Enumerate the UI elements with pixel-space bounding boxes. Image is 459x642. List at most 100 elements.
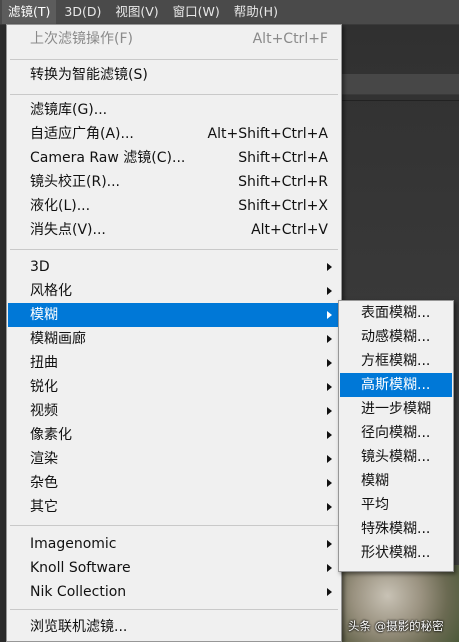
menu-item-label: 液化(L)...	[30, 198, 91, 214]
menu-item-shortcut: Alt+Ctrl+V	[251, 222, 328, 238]
submenu-item-radial-blur[interactable]: 径向模糊...	[340, 421, 452, 445]
menu-item-label: 扭曲	[30, 355, 58, 371]
menu-separator	[10, 59, 338, 60]
submenu-item-label: 模糊	[361, 473, 389, 489]
submenu-arrow-icon	[327, 564, 332, 572]
menu-item-label: 模糊画廊	[30, 331, 86, 347]
submenu-arrow-icon	[327, 383, 332, 391]
menu-separator	[10, 94, 338, 95]
submenu-item-label: 平均	[361, 497, 389, 513]
submenu-item-surface-blur[interactable]: 表面模糊...	[340, 301, 452, 325]
menu-item-label: 消失点(V)...	[30, 222, 106, 238]
menu-item-label: 像素化	[30, 427, 72, 443]
submenu-arrow-icon	[327, 335, 332, 343]
menu-item-shortcut: Alt+Shift+Ctrl+A	[207, 126, 328, 142]
submenu-item-label: 进一步模糊	[361, 401, 431, 417]
menu-3d[interactable]: 3D(D)	[58, 0, 107, 24]
menu-item-label: 其它	[30, 499, 58, 515]
menu-view[interactable]: 视图(V)	[109, 0, 164, 24]
menu-item-camera-raw[interactable]: Camera Raw 滤镜(C)... Shift+Ctrl+A	[8, 146, 340, 170]
menu-item-stylize[interactable]: 风格化	[8, 279, 340, 303]
menu-separator	[10, 525, 338, 526]
submenu-item-label: 表面模糊...	[361, 305, 431, 321]
menu-item-label: Camera Raw 滤镜(C)...	[30, 150, 186, 166]
menu-item-label: 模糊	[30, 307, 58, 323]
menu-item-noise[interactable]: 杂色	[8, 471, 340, 495]
menu-item-label: 滤镜库(G)...	[30, 102, 108, 118]
blur-submenu: 表面模糊... 动感模糊... 方框模糊... 高斯模糊... 进一步模糊 径向…	[338, 300, 454, 572]
submenu-item-box-blur[interactable]: 方框模糊...	[340, 349, 452, 373]
menu-item-3d[interactable]: 3D	[8, 255, 340, 279]
menu-help[interactable]: 帮助(H)	[228, 0, 284, 24]
submenu-arrow-icon	[327, 263, 332, 271]
menu-item-knoll-software[interactable]: Knoll Software	[8, 556, 340, 580]
submenu-arrow-icon	[327, 479, 332, 487]
menu-item-label: 渲染	[30, 451, 58, 467]
menu-item-shortcut: Shift+Ctrl+R	[238, 174, 328, 190]
menu-item-pixelate[interactable]: 像素化	[8, 423, 340, 447]
submenu-arrow-icon	[327, 311, 332, 319]
panel-divider	[340, 100, 459, 101]
menu-item-shortcut: Alt+Ctrl+F	[252, 31, 328, 47]
menu-separator	[10, 609, 338, 610]
submenu-arrow-icon	[327, 503, 332, 511]
submenu-item-blur-more[interactable]: 进一步模糊	[340, 397, 452, 421]
submenu-item-label: 径向模糊...	[361, 425, 431, 441]
submenu-arrow-icon	[327, 455, 332, 463]
menu-item-shortcut: Shift+Ctrl+X	[238, 198, 328, 214]
menu-item-distort[interactable]: 扭曲	[8, 351, 340, 375]
menu-separator	[10, 249, 338, 250]
submenu-item-blur[interactable]: 模糊	[340, 469, 452, 493]
menu-item-imagenomic[interactable]: Imagenomic	[8, 532, 340, 556]
submenu-item-label: 镜头模糊...	[361, 449, 431, 465]
menu-item-shortcut: Shift+Ctrl+A	[238, 150, 328, 166]
menu-item-blur[interactable]: 模糊	[8, 303, 340, 327]
menu-filter[interactable]: 滤镜(T)	[2, 0, 57, 24]
submenu-arrow-icon	[327, 359, 332, 367]
menu-item-blur-gallery[interactable]: 模糊画廊	[8, 327, 340, 351]
submenu-arrow-icon	[327, 407, 332, 415]
menu-item-liquify[interactable]: 液化(L)... Shift+Ctrl+X	[8, 194, 340, 218]
menu-item-render[interactable]: 渲染	[8, 447, 340, 471]
menu-item-label: 3D	[30, 259, 50, 275]
menu-item-video[interactable]: 视频	[8, 399, 340, 423]
menu-item-last-filter[interactable]: 上次滤镜操作(F) Alt+Ctrl+F	[8, 27, 340, 51]
submenu-item-motion-blur[interactable]: 动感模糊...	[340, 325, 452, 349]
menu-item-adaptive-wide-angle[interactable]: 自适应广角(A)... Alt+Shift+Ctrl+A	[8, 122, 340, 146]
submenu-item-label: 高斯模糊...	[361, 377, 431, 393]
menu-item-label: 镜头校正(R)...	[30, 174, 121, 190]
submenu-item-label: 特殊模糊...	[361, 521, 431, 537]
submenu-item-lens-blur[interactable]: 镜头模糊...	[340, 445, 452, 469]
menu-item-other[interactable]: 其它	[8, 495, 340, 519]
submenu-arrow-icon	[327, 588, 332, 596]
menu-item-browse-online-filters[interactable]: 浏览联机滤镜...	[8, 615, 340, 639]
watermark-text: 头条 @摄影的秘密	[348, 619, 444, 633]
options-bar	[340, 74, 459, 95]
submenu-item-gaussian-blur[interactable]: 高斯模糊...	[340, 373, 452, 397]
menu-item-convert-smart-filters[interactable]: 转换为智能滤镜(S)	[8, 63, 340, 87]
menu-item-sharpen[interactable]: 锐化	[8, 375, 340, 399]
menu-item-vanishing-point[interactable]: 消失点(V)... Alt+Ctrl+V	[8, 218, 340, 242]
submenu-item-smart-blur[interactable]: 特殊模糊...	[340, 517, 452, 541]
menu-item-label: 风格化	[30, 283, 72, 299]
menu-item-label: Nik Collection	[30, 584, 127, 600]
menu-window[interactable]: 窗口(W)	[167, 0, 226, 24]
submenu-item-label: 形状模糊...	[361, 545, 431, 561]
filter-dropdown-menu: 上次滤镜操作(F) Alt+Ctrl+F 转换为智能滤镜(S) 滤镜库(G)..…	[6, 24, 342, 642]
menu-item-nik-collection[interactable]: Nik Collection	[8, 580, 340, 604]
menu-item-label: 视频	[30, 403, 58, 419]
submenu-arrow-icon	[327, 540, 332, 548]
menu-item-label: 杂色	[30, 475, 58, 491]
menu-item-lens-correction[interactable]: 镜头校正(R)... Shift+Ctrl+R	[8, 170, 340, 194]
submenu-arrow-icon	[327, 431, 332, 439]
menu-item-label: 锐化	[30, 379, 58, 395]
menu-item-filter-gallery[interactable]: 滤镜库(G)...	[8, 98, 340, 122]
menu-item-label: 上次滤镜操作(F)	[30, 31, 133, 47]
menu-item-label: 自适应广角(A)...	[30, 126, 134, 142]
submenu-item-label: 动感模糊...	[361, 329, 431, 345]
menu-bar: 滤镜(T) 3D(D) 视图(V) 窗口(W) 帮助(H)	[0, 0, 459, 25]
submenu-item-shape-blur[interactable]: 形状模糊...	[340, 541, 452, 565]
menu-item-label: 浏览联机滤镜...	[30, 619, 128, 635]
submenu-item-average[interactable]: 平均	[340, 493, 452, 517]
menu-item-label: Imagenomic	[30, 536, 117, 552]
